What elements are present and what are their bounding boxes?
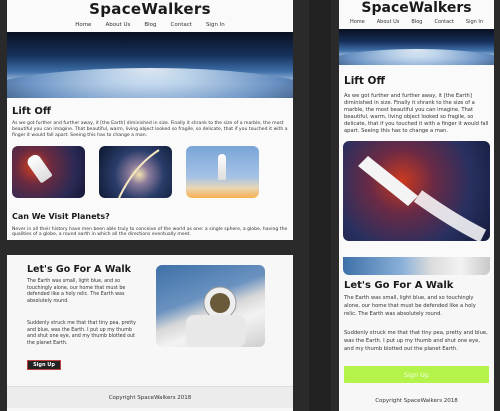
walk-heading: Let's Go For A Walk <box>27 264 131 275</box>
walk-paragraph-2: Suddenly struck me that that tiny pea, p… <box>27 321 136 347</box>
mobile-walk-paragraph-2: Suddenly struck me that that tiny pea, p… <box>344 330 488 352</box>
mobile-lift-off-text: As we got further and further away, it [… <box>344 93 489 135</box>
gallery <box>7 145 293 198</box>
mobile-page-top: SpaceWalkers Home About Us Blog Contact … <box>339 0 494 257</box>
mobile-astronaut-image <box>343 257 490 275</box>
astronaut-image <box>156 265 265 347</box>
mobile-shuttle-image[interactable] <box>343 141 490 242</box>
footer: Copyright SpaceWalkers 2018 <box>7 386 293 408</box>
sign-up-button[interactable]: Sign Up <box>27 360 61 370</box>
mobile-nav-contact[interactable]: Contact <box>434 19 453 25</box>
mobile-nav-blog[interactable]: Blog <box>411 19 422 25</box>
nav-blog[interactable]: Blog <box>144 22 156 28</box>
main-nav: Home About Us Blog Contact Sign In <box>7 22 293 28</box>
mobile-nav-home[interactable]: Home <box>350 19 365 25</box>
planets-text: Never in all their history have men been… <box>12 226 288 237</box>
desktop-page-top: SpaceWalkers Home About Us Blog Contact … <box>7 0 293 240</box>
mobile-footer: Copyright SpaceWalkers 2018 <box>375 398 458 404</box>
launch-trail-image[interactable] <box>99 145 172 198</box>
site-brand[interactable]: SpaceWalkers <box>7 0 293 18</box>
mobile-main-nav: Home About Us Blog Contact Sign In <box>339 19 494 25</box>
mobile-page-bottom: Let's Go For A Walk The Earth was small,… <box>339 257 494 411</box>
mobile-walk-heading: Let's Go For A Walk <box>344 280 454 291</box>
mobile-site-brand[interactable]: SpaceWalkers <box>339 0 494 16</box>
nav-contact[interactable]: Contact <box>171 22 192 28</box>
lift-off-text: As we got further and further away, it [… <box>12 121 288 139</box>
mobile-nav-about[interactable]: About Us <box>377 19 400 25</box>
mobile-walk-paragraph-1: The Earth was small, light blue, and so … <box>344 295 476 317</box>
mobile-sign-up-button[interactable]: Sign Up <box>344 366 489 383</box>
lift-off-heading: Lift Off <box>12 106 52 117</box>
nav-sign-in[interactable]: Sign In <box>206 22 225 28</box>
launchpad-image[interactable] <box>186 145 259 198</box>
hero-earth-image <box>7 32 293 98</box>
shuttle-image-1[interactable] <box>12 145 85 198</box>
mobile-lift-off-heading: Lift Off <box>344 75 385 87</box>
nav-about[interactable]: About Us <box>105 22 130 28</box>
desktop-page-bottom: Let's Go For A Walk The Earth was small,… <box>7 255 293 411</box>
planets-heading: Can We Visit Planets? <box>12 211 110 221</box>
mobile-hero-earth-image <box>339 29 494 65</box>
nav-home[interactable]: Home <box>75 22 91 28</box>
walk-paragraph-1: The Earth was small, light blue, and so … <box>27 279 126 305</box>
mobile-nav-sign-in[interactable]: Sign In <box>466 19 483 25</box>
window-divider <box>309 0 331 411</box>
